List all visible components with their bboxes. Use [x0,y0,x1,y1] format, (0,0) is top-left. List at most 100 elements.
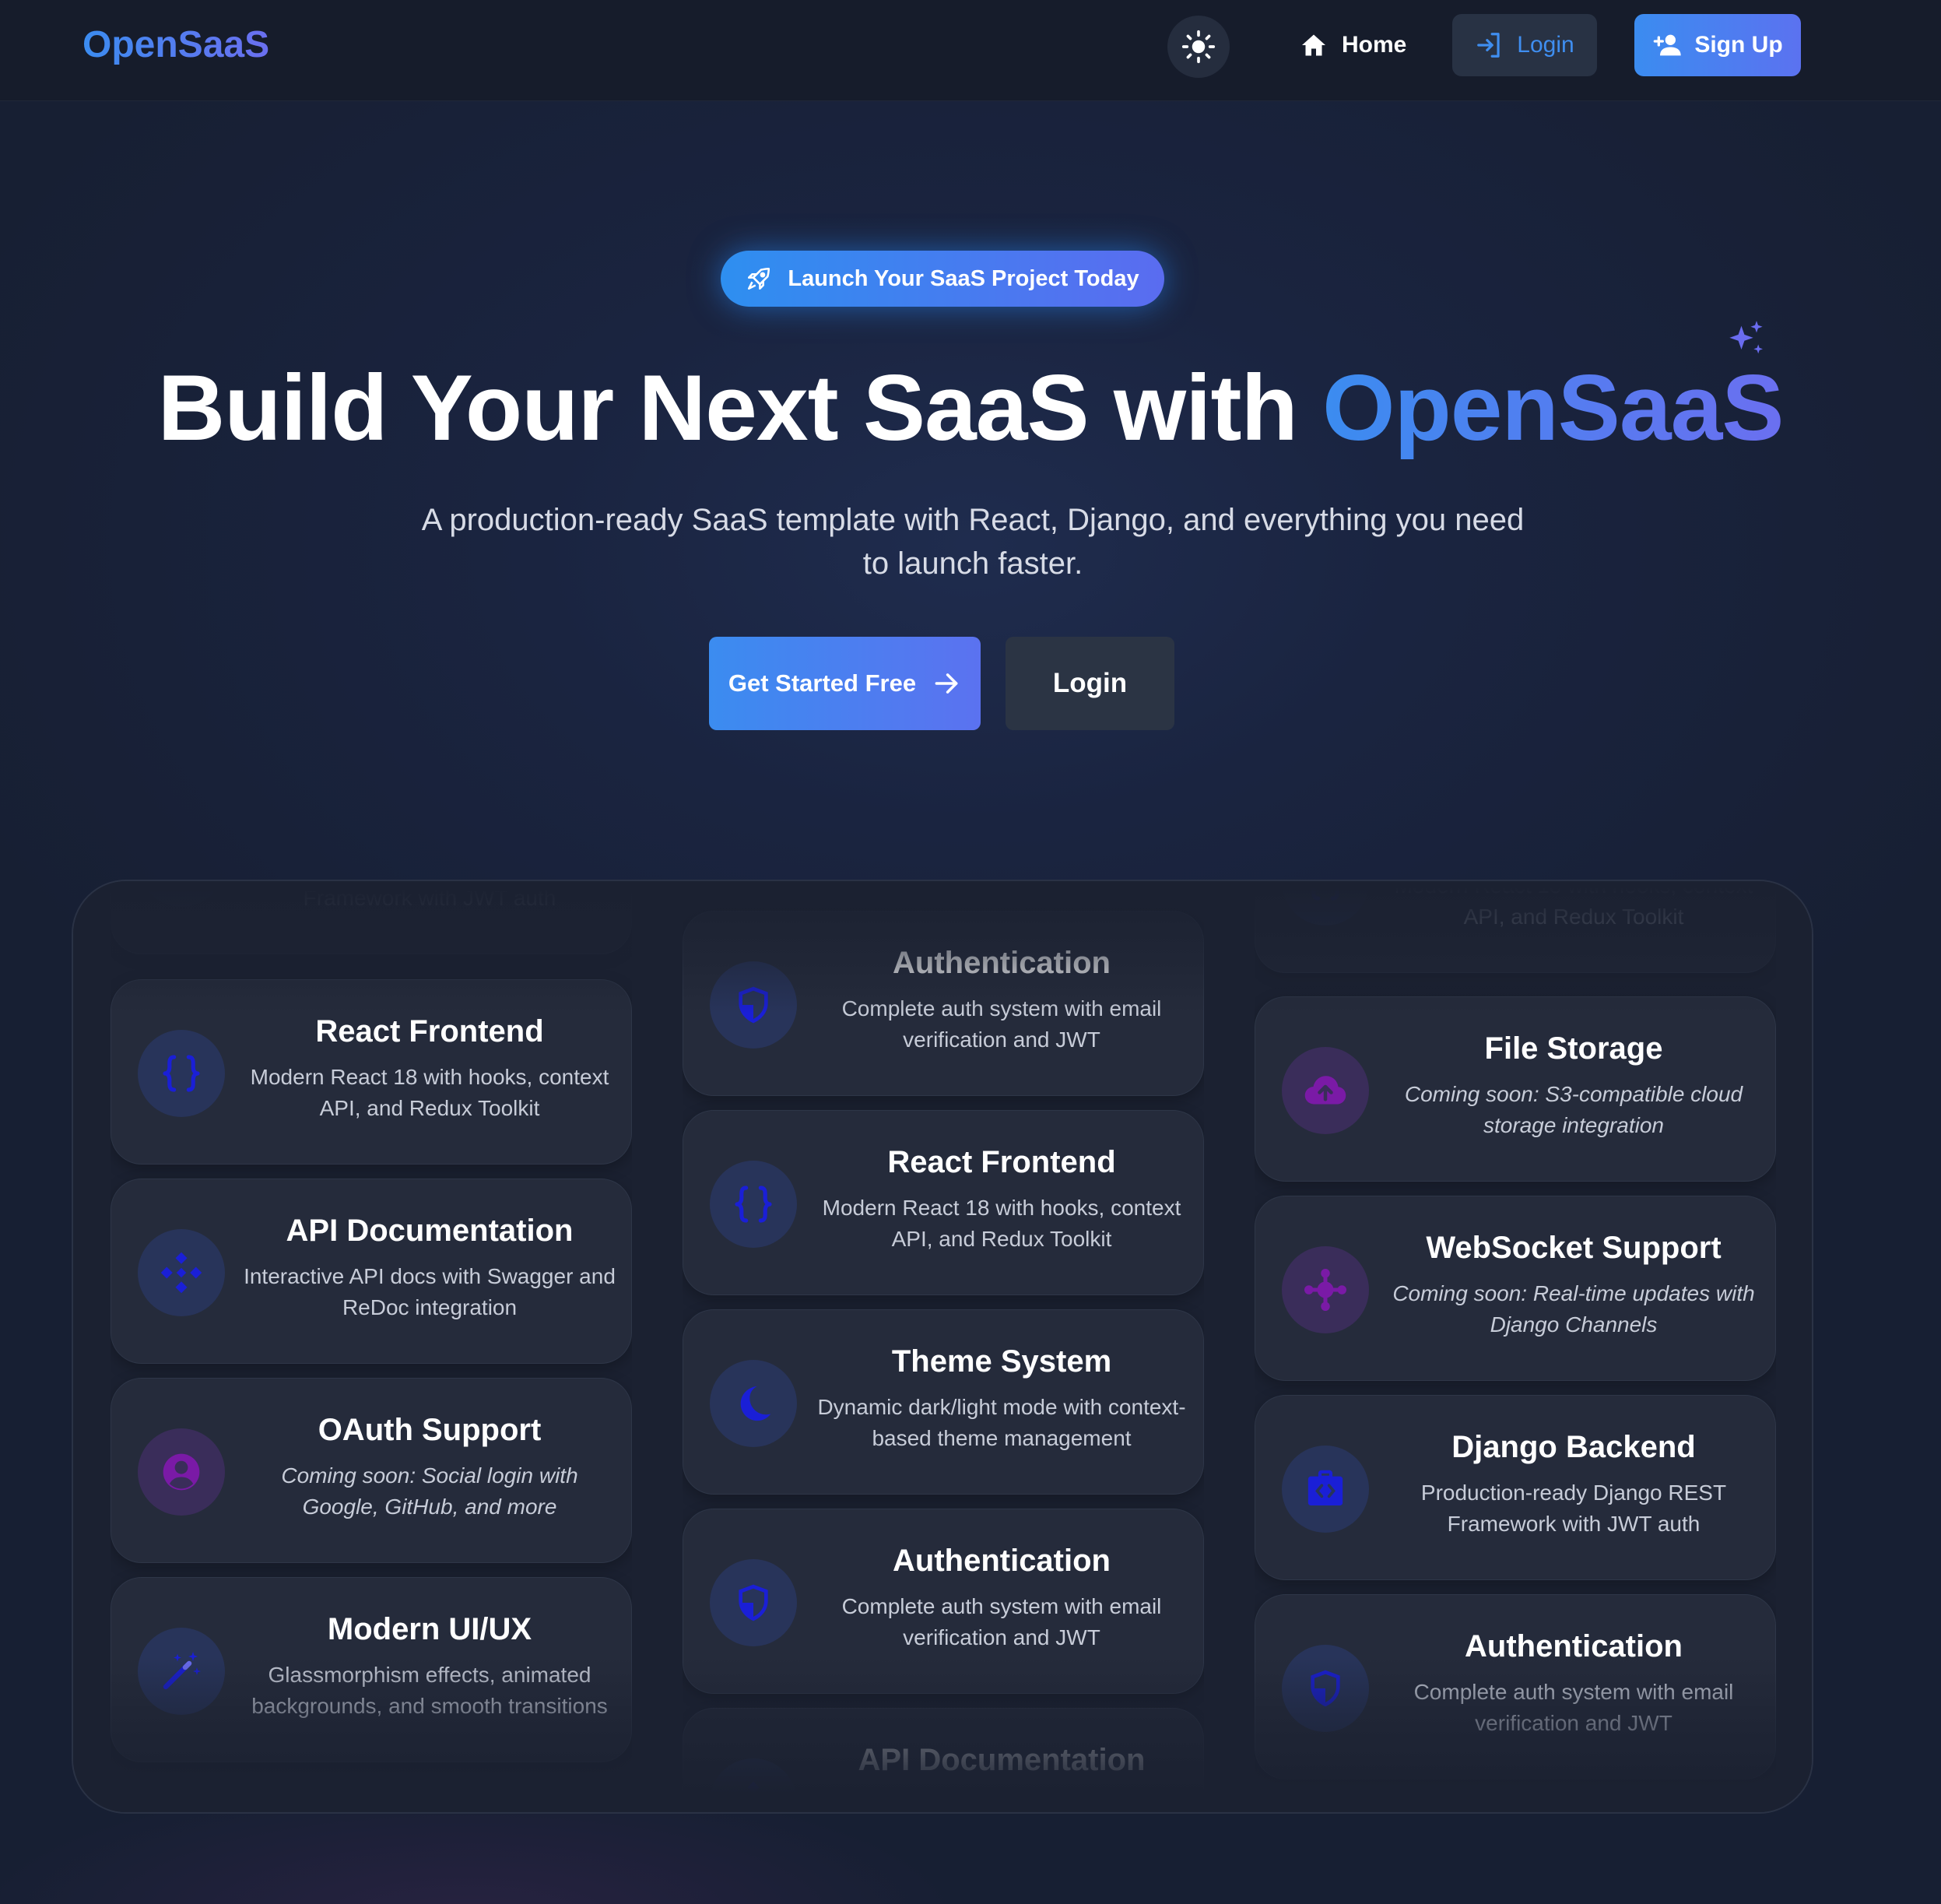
feature-card[interactable]: Django BackendProduction-ready Django RE… [111,881,632,954]
feature-card-text: Django BackendProduction-ready Django RE… [244,881,616,914]
feature-card-description: Glassmorphism effects, animated backgrou… [251,1663,608,1718]
api-diamond-icon [138,1229,225,1316]
feature-card-text: File Storage Coming soon: S3-compatible c… [1388,1031,1760,1141]
feature-card-description: Coming soon: S3-compatible cloud storage… [1404,1082,1743,1137]
feature-card-text: Django Backend Production-ready Django RE… [1388,1430,1760,1540]
feature-card[interactable]: Authentication Complete auth system with … [683,911,1204,1096]
feature-card-title: WebSocket Support [1426,1231,1722,1265]
feature-card-text: WebSocket Support Coming soon: Real-time … [1388,1231,1760,1340]
feature-card-description: Complete auth system with email verifica… [1413,1680,1734,1735]
feature-card-text: Modern UI/UX Glassmorphism effects, anima… [244,1612,616,1722]
feature-column-2: Authentication Complete auth system with … [683,881,1204,1814]
feature-carousel: Django Backend Production-ready Django RE… [72,880,1813,1814]
feature-card-description: Interactive API docs with Swagger and Re… [816,1793,1188,1814]
feature-card-text: React Frontend Modern React 18 with hooks… [816,1145,1188,1255]
hero-headline-main: Build Your Next SaaS with [157,356,1323,460]
feature-card-text: Authentication Complete auth system with … [1388,1629,1760,1739]
feature-card[interactable]: Theme System Dynamic dark/light mode with… [683,1309,1204,1495]
feature-card[interactable]: Authentication Complete auth system with … [1255,1594,1776,1779]
feature-card-title: Modern UI/UX [327,1612,532,1646]
feature-card-text: OAuth Support Coming soon: Social login w… [244,1413,616,1523]
feature-card-description: Interactive API docs with Swagger and Re… [244,1264,616,1319]
feature-card-text: React Frontend Modern React 18 with hooks… [244,1014,616,1124]
nav-home-link[interactable]: Home [1284,14,1422,76]
shield-icon [710,1559,797,1646]
feature-card-title: Django Backend [1451,1430,1696,1464]
api-diamond-icon [710,1758,797,1812]
braces-icon [710,1161,797,1248]
feature-card-title: Authentication [1465,1629,1683,1663]
feature-card-text: React FrontendModern React 18 with hooks… [1388,881,1760,933]
feature-card-text: Authentication Complete auth system with … [816,946,1188,1056]
briefcase-code-icon [138,881,225,907]
feature-card-text: API Documentation Interactive API docs wi… [816,1743,1188,1814]
shield-icon [710,961,797,1049]
hero-login-label: Login [1052,668,1128,698]
feature-card[interactable]: OAuth Support Coming soon: Social login w… [111,1378,632,1563]
feature-card-description: Production-ready Django REST Framework w… [303,886,556,910]
launch-badge-label: Launch Your SaaS Project Today [788,265,1139,291]
cloud-upload-icon [1282,1047,1369,1134]
launch-badge: Launch Your SaaS Project Today [721,251,1164,307]
arrow-right-icon [935,673,958,694]
feature-card[interactable]: Django Backend Production-ready Django RE… [1255,1395,1776,1580]
feature-card[interactable]: Authentication Complete auth system with … [683,1509,1204,1694]
feature-card-title: Theme System [891,1344,1112,1379]
get-started-label: Get Started Free [728,669,917,697]
feature-card[interactable]: React Frontend Modern React 18 with hooks… [683,1110,1204,1295]
hero-headline-accent: OpenSaaS [1322,356,1784,460]
nav-signup-button[interactable]: Sign Up [1634,14,1801,76]
feature-card[interactable]: File Storage Coming soon: S3-compatible c… [1255,996,1776,1182]
feature-card-description: Modern React 18 with hooks, context API,… [822,1196,1181,1251]
feature-card-description: Coming soon: Social login with Google, G… [281,1463,578,1519]
user-circle-icon [138,1428,225,1516]
feature-card-title: File Storage [1484,1031,1663,1066]
briefcase-code-icon [1282,1446,1369,1533]
network-hub-icon [1282,1246,1369,1333]
feature-card[interactable]: WebSocket Support Coming soon: Real-time … [1255,1196,1776,1381]
feature-card-title: Authentication [893,1544,1111,1578]
feature-card-description: Modern React 18 with hooks, context API,… [250,1065,609,1120]
feature-column-3: React FrontendModern React 18 with hooks… [1255,881,1776,1812]
feature-card-title: OAuth Support [318,1413,542,1447]
feature-card-text: API Documentation Interactive API docs wi… [244,1214,616,1323]
home-icon [1302,34,1325,56]
braces-icon [1282,881,1369,926]
feature-card-description: Coming soon: Real-time updates with Djan… [1392,1281,1755,1337]
braces-icon [138,1030,225,1117]
top-navbar: OpenSaaS Home Login Sign Up [0,0,1941,101]
feature-card[interactable]: API Documentation Interactive API docs wi… [111,1179,632,1364]
feature-card-description: Complete auth system with email verifica… [841,996,1162,1052]
feature-column-1: Django BackendProduction-ready Django RE… [111,881,632,1812]
hero-login-button[interactable]: Login [1006,637,1174,730]
nav-login-button[interactable]: Login [1452,14,1597,76]
rocket-icon [748,267,770,290]
magic-wand-icon [138,1628,225,1715]
login-arrow-icon [1477,33,1500,58]
feature-card-description: Production-ready Django REST Framework w… [1420,1481,1727,1536]
sun-icon [1181,30,1216,64]
feature-card[interactable]: React FrontendModern React 18 with hooks… [1255,881,1776,973]
get-started-button[interactable]: Get Started Free [709,637,981,730]
logo[interactable]: OpenSaaS [82,23,269,66]
feature-card-description: Complete auth system with email verifica… [841,1594,1162,1649]
moon-icon [710,1360,797,1447]
feature-card-title: API Documentation [858,1743,1146,1777]
feature-card[interactable]: API Documentation Interactive API docs wi… [683,1708,1204,1814]
feature-card-text: Authentication Complete auth system with … [816,1544,1188,1653]
feature-card[interactable]: Modern UI/UX Glassmorphism effects, anima… [111,1577,632,1762]
feature-card-title: API Documentation [286,1214,574,1248]
feature-card-title: React Frontend [315,1014,544,1049]
feature-card[interactable]: React Frontend Modern React 18 with hooks… [111,979,632,1165]
feature-card-description: Dynamic dark/light mode with context-bas… [817,1395,1186,1450]
nav-signup-label: Sign Up [1694,32,1783,58]
shield-icon [1282,1645,1369,1732]
nav-home-label: Home [1342,32,1407,58]
user-plus-icon [1653,34,1681,56]
feature-card-title: React Frontend [887,1145,1116,1179]
feature-card-description: Modern React 18 with hooks, context API,… [1394,881,1753,929]
theme-toggle-button[interactable] [1167,16,1230,78]
hero-subtitle: A production-ready SaaS template with Re… [421,503,1525,581]
nav-login-label: Login [1517,32,1574,58]
hero-headline: Build Your Next SaaS with OpenSaaS [0,354,1941,462]
